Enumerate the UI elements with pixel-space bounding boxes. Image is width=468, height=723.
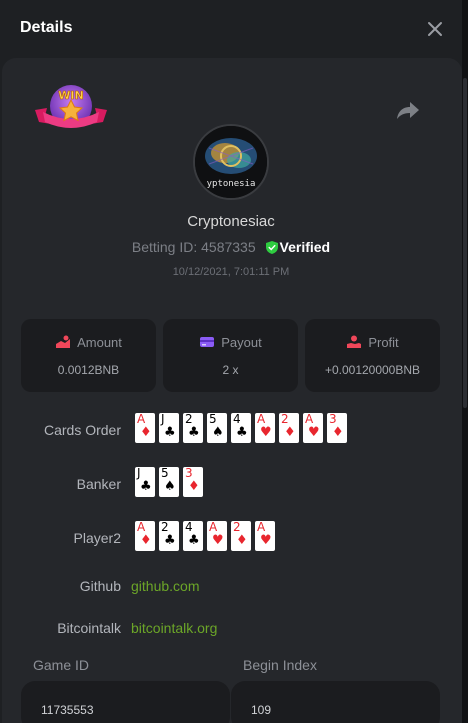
card-suit-icon: ♦	[284, 425, 296, 440]
cards-order-cards: A ♦ J ♣ 2 ♣ 5 ♠ 4 ♣ A ♥ 2 ♦ A ♥ 3 ♦	[135, 413, 347, 443]
playing-card: 5 ♠	[159, 467, 179, 497]
stat-payout-label: Payout	[221, 335, 262, 350]
share-icon[interactable]	[396, 99, 420, 121]
banker-cards: J ♣ 5 ♠ 3 ♦	[135, 467, 203, 497]
playing-card: J ♣	[159, 413, 179, 443]
close-icon[interactable]	[424, 18, 446, 40]
stat-amount-label: Amount	[77, 335, 122, 350]
verified-shield-icon	[265, 241, 278, 254]
playing-card: A ♥	[303, 413, 323, 443]
github-link[interactable]: github.com	[131, 578, 199, 594]
win-badge-icon: WIN	[35, 85, 107, 128]
card-suit-icon: ♦	[188, 479, 200, 494]
betting-id-line: Betting ID: 4587335 Verified	[0, 239, 462, 255]
card-suit-icon: ♠	[212, 425, 224, 440]
github-label: Github	[79, 578, 121, 594]
bitcointalk-link[interactable]: bitcointalk.org	[131, 620, 217, 636]
game-id-value: 11735553	[41, 703, 94, 717]
playing-card: 2 ♣	[183, 413, 203, 443]
begin-index-field: 109	[231, 681, 440, 723]
card-suit-icon: ♣	[140, 479, 152, 494]
verified-label: Verified	[279, 239, 331, 255]
playing-card: 4 ♣	[231, 413, 251, 443]
card-suit-icon: ♦	[332, 425, 344, 440]
card-suit-icon: ♣	[188, 533, 200, 548]
playing-card: 5 ♠	[207, 413, 227, 443]
avatar-image: yptonesia	[195, 126, 267, 198]
card-suit-icon: ♦	[140, 425, 152, 440]
scrollbar[interactable]	[462, 0, 468, 723]
bet-date: 10/12/2021, 7:01:11 PM	[172, 266, 290, 278]
playing-card: A ♥	[207, 521, 227, 551]
player2-cards: A ♦ 2 ♣ 4 ♣ A ♥ 2 ♦ A ♥	[135, 521, 275, 551]
card-suit-icon: ♣	[188, 425, 200, 440]
details-modal: Details WIN yptonesia Cryptonesiac Betti…	[0, 0, 462, 723]
card-suit-icon: ♦	[236, 533, 248, 548]
playing-card: A ♥	[255, 521, 275, 551]
begin-index-value: 109	[251, 703, 272, 717]
playing-card: 2 ♦	[279, 413, 299, 443]
player2-label: Player2	[73, 530, 121, 546]
hand-coin-icon	[347, 335, 362, 348]
win-badge-text: WIN	[58, 89, 83, 102]
playing-card: 2 ♦	[231, 521, 251, 551]
stat-payout-value: 2 x	[222, 363, 239, 377]
stat-profit-label: Profit	[368, 335, 399, 350]
card-suit-icon: ♥	[260, 425, 272, 440]
modal-header: Details	[0, 0, 462, 58]
playing-card: A ♦	[135, 413, 155, 443]
modal-title: Details	[20, 19, 73, 36]
card-suit-icon: ♣	[164, 425, 176, 440]
card-icon	[200, 337, 215, 347]
stat-profit: Profit +0.00120000BNB	[305, 319, 440, 392]
game-id-label: Game ID	[33, 657, 90, 673]
playing-card: J ♣	[135, 467, 155, 497]
scrollbar-thumb[interactable]	[463, 78, 467, 408]
bitcointalk-label: Bitcointalk	[57, 620, 121, 636]
avatar-caption: yptonesia	[207, 179, 256, 189]
card-suit-icon: ♥	[308, 425, 320, 440]
card-suit-icon: ♣	[164, 533, 176, 548]
betting-id: Betting ID: 4587335	[131, 239, 256, 255]
card-suit-icon: ♦	[140, 533, 152, 548]
playing-card: 3 ♦	[183, 467, 203, 497]
card-suit-icon: ♠	[164, 479, 176, 494]
coins-icon	[56, 335, 71, 348]
playing-card: 2 ♣	[159, 521, 179, 551]
begin-index-label: Begin Index	[243, 657, 317, 673]
banker-label: Banker	[76, 476, 121, 492]
game-id-field: 11735553	[21, 681, 230, 723]
stat-profit-value: +0.00120000BNB	[324, 363, 421, 377]
card-suit-icon: ♥	[260, 533, 272, 548]
playing-card: A ♥	[255, 413, 275, 443]
avatar: yptonesia	[193, 124, 269, 200]
card-suit-icon: ♥	[212, 533, 224, 548]
playing-card: A ♦	[135, 521, 155, 551]
playing-card: 3 ♦	[327, 413, 347, 443]
card-suit-icon: ♣	[236, 425, 248, 440]
cards-order-label: Cards Order	[43, 422, 121, 438]
username: Cryptonesiac	[187, 213, 275, 230]
stat-amount: Amount 0.0012BNB	[21, 319, 156, 392]
stat-amount-value: 0.0012BNB	[57, 363, 120, 377]
playing-card: 4 ♣	[183, 521, 203, 551]
stat-payout: Payout 2 x	[163, 319, 298, 392]
